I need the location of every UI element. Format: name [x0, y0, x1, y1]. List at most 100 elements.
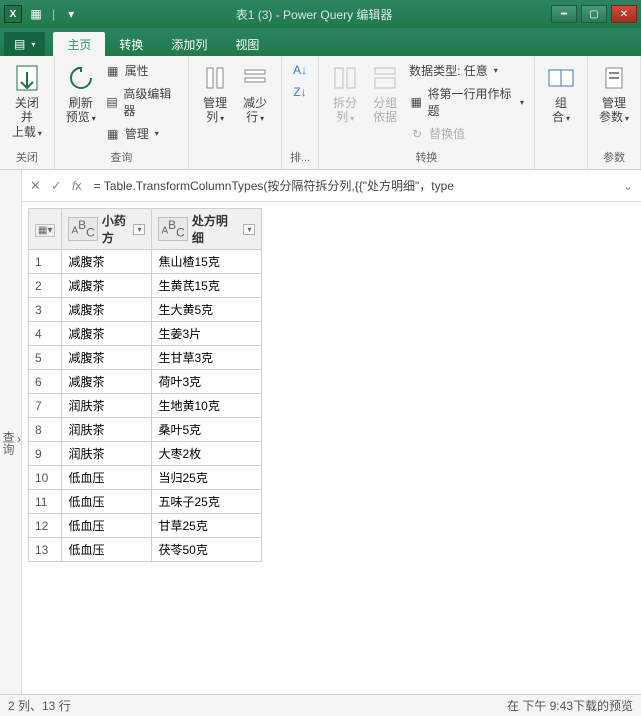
- datatype-button[interactable]: 数据类型: 任意▾: [405, 60, 528, 81]
- minimize-button[interactable]: ━: [551, 5, 577, 23]
- cell[interactable]: 生姜3片: [152, 322, 262, 346]
- group-by-label: 分组 依据: [373, 96, 397, 125]
- cell[interactable]: 甘草25克: [152, 514, 262, 538]
- table-row[interactable]: 2减腹茶生黄芪15克: [29, 274, 262, 298]
- manage-params-label: 管理 参数▾: [599, 96, 629, 125]
- tab-transform[interactable]: 转换: [105, 32, 157, 56]
- properties-button[interactable]: ▦属性: [101, 60, 182, 81]
- status-bar: 2 列、13 行 在 下午 9:43下载的预览: [0, 694, 641, 716]
- tab-home[interactable]: 主页: [53, 32, 105, 56]
- queries-pane-collapsed[interactable]: › 查询: [0, 170, 22, 695]
- formula-input[interactable]: [92, 177, 613, 195]
- cell[interactable]: 低血压: [62, 466, 152, 490]
- table-row[interactable]: 13低血压茯苓50克: [29, 538, 262, 562]
- cell[interactable]: 减腹茶: [62, 346, 152, 370]
- group-query: 刷新 预览▾ ▦属性 ▤高级编辑器 ▦管理▾ 查询: [55, 56, 189, 169]
- table-row[interactable]: 12低血压甘草25克: [29, 514, 262, 538]
- manage-columns-label: 管理 列▾: [203, 96, 227, 125]
- cell[interactable]: 润肤茶: [62, 442, 152, 466]
- split-column-button[interactable]: 拆分 列▾: [325, 60, 365, 144]
- combine-button[interactable]: 组 合▾: [541, 60, 581, 127]
- file-menu[interactable]: ▤▾: [4, 32, 45, 56]
- cell[interactable]: 减腹茶: [62, 322, 152, 346]
- row-number: 3: [29, 298, 62, 322]
- cell[interactable]: 减腹茶: [62, 298, 152, 322]
- tab-addcolumn[interactable]: 添加列: [157, 32, 221, 56]
- advanced-editor-button[interactable]: ▤高级编辑器: [101, 83, 182, 121]
- data-grid: ▦▾ ABC小药方▾ ABC处方明细▾ 1减腹茶焦山楂15克2减腹茶生黄芪15克…: [22, 202, 641, 695]
- replace-values-button[interactable]: ↻替换值: [405, 123, 528, 144]
- table-row[interactable]: 10低血压当归25克: [29, 466, 262, 490]
- cell[interactable]: 低血压: [62, 514, 152, 538]
- replace-icon: ↻: [409, 126, 425, 142]
- table-row[interactable]: 3减腹茶生大黄5克: [29, 298, 262, 322]
- combine-label: 组 合▾: [552, 96, 570, 125]
- qat-save-icon[interactable]: ▦: [28, 6, 44, 22]
- refresh-button[interactable]: 刷新 预览▾: [61, 60, 101, 144]
- column-header-2[interactable]: ABC处方明细▾: [152, 209, 262, 250]
- advanced-editor-icon: ▤: [105, 94, 120, 110]
- refresh-icon: [65, 62, 97, 94]
- cell[interactable]: 低血压: [62, 538, 152, 562]
- qat-dropdown-icon[interactable]: ▾: [63, 6, 79, 22]
- cell[interactable]: 大枣2枚: [152, 442, 262, 466]
- cell[interactable]: 减腹茶: [62, 370, 152, 394]
- cell[interactable]: 荷叶3克: [152, 370, 262, 394]
- refresh-label: 刷新 预览▾: [66, 96, 96, 125]
- fx-icon[interactable]: fx: [72, 178, 82, 193]
- ribbon: 关闭并 上载▾ 关闭 刷新 预览▾ ▦属性 ▤高级编辑器 ▦管理▾ 查询 管理 …: [0, 56, 641, 170]
- cell[interactable]: 减腹茶: [62, 274, 152, 298]
- cancel-icon[interactable]: ✕: [30, 178, 41, 194]
- split-column-icon: [329, 62, 361, 94]
- cell[interactable]: 润肤茶: [62, 394, 152, 418]
- first-row-header-button[interactable]: ▦将第一行用作标题▾: [405, 83, 528, 121]
- manage-button[interactable]: ▦管理▾: [101, 123, 182, 144]
- reduce-rows-label: 减少 行▾: [243, 96, 267, 125]
- table-row[interactable]: 5减腹茶生甘草3克: [29, 346, 262, 370]
- manage-columns-button[interactable]: 管理 列▾: [195, 60, 235, 127]
- cell[interactable]: 低血压: [62, 490, 152, 514]
- cell[interactable]: 当归25克: [152, 466, 262, 490]
- table-row[interactable]: 1减腹茶焦山楂15克: [29, 250, 262, 274]
- sort-asc-button[interactable]: A↓: [288, 60, 312, 80]
- corner-cell[interactable]: ▦▾: [29, 209, 62, 250]
- table-row[interactable]: 7润肤茶生地黄10克: [29, 394, 262, 418]
- cell[interactable]: 生大黄5克: [152, 298, 262, 322]
- manage-params-button[interactable]: 管理 参数▾: [594, 60, 634, 127]
- cell[interactable]: 焦山楂15克: [152, 250, 262, 274]
- row-number: 8: [29, 418, 62, 442]
- row-number: 10: [29, 466, 62, 490]
- tab-view[interactable]: 视图: [221, 32, 273, 56]
- cell[interactable]: 减腹茶: [62, 250, 152, 274]
- table-row[interactable]: 6减腹茶荷叶3克: [29, 370, 262, 394]
- table-row[interactable]: 8润肤茶桑叶5克: [29, 418, 262, 442]
- group-combine-label: [541, 151, 581, 169]
- table-row[interactable]: 4减腹茶生姜3片: [29, 322, 262, 346]
- group-transform-label: 转换: [325, 147, 528, 169]
- sort-desc-button[interactable]: Z↓: [288, 82, 312, 102]
- accept-icon[interactable]: ✓: [51, 178, 62, 194]
- group-close-label: 关闭: [6, 147, 48, 169]
- group-by-button[interactable]: 分组 依据: [365, 60, 405, 144]
- maximize-button[interactable]: ▢: [581, 5, 607, 23]
- cell[interactable]: 桑叶5克: [152, 418, 262, 442]
- filter-icon[interactable]: ▾: [133, 224, 145, 235]
- cell[interactable]: 润肤茶: [62, 418, 152, 442]
- close-button[interactable]: ✕: [611, 5, 637, 23]
- cell[interactable]: 生黄芪15克: [152, 274, 262, 298]
- table-row[interactable]: 9润肤茶大枣2枚: [29, 442, 262, 466]
- cell[interactable]: 生甘草3克: [152, 346, 262, 370]
- column-header-1[interactable]: ABC小药方▾: [62, 209, 152, 250]
- formula-expand-icon[interactable]: ⌄: [623, 179, 633, 193]
- filter-icon[interactable]: ▾: [243, 224, 255, 235]
- group-query-label: 查询: [61, 147, 182, 169]
- ribbon-tabs: ▤▾ 主页 转换 添加列 视图: [0, 28, 641, 56]
- table-row[interactable]: 11低血压五味子25克: [29, 490, 262, 514]
- close-load-button[interactable]: 关闭并 上载▾: [6, 60, 48, 141]
- cell[interactable]: 生地黄10克: [152, 394, 262, 418]
- reduce-rows-button[interactable]: 减少 行▾: [235, 60, 275, 127]
- group-transform: 拆分 列▾ 分组 依据 数据类型: 任意▾ ▦将第一行用作标题▾ ↻替换值 转换: [319, 56, 535, 169]
- cell[interactable]: 五味子25克: [152, 490, 262, 514]
- properties-icon: ▦: [105, 63, 121, 79]
- cell[interactable]: 茯苓50克: [152, 538, 262, 562]
